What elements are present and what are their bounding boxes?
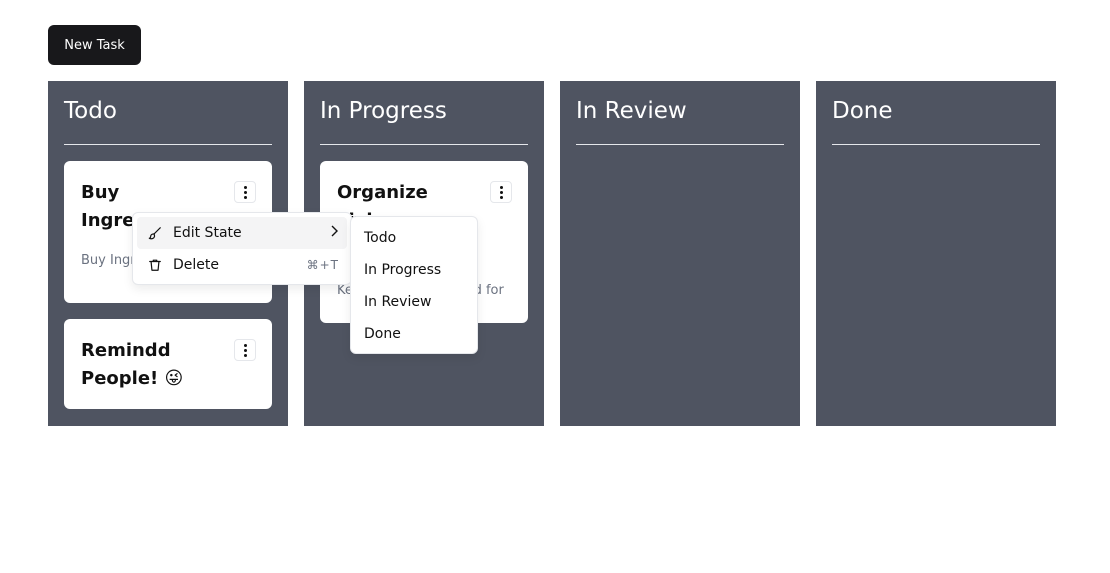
column-done: Done (816, 81, 1056, 426)
card-context-menu: Edit State Delete ⌘+T (132, 212, 352, 285)
column-title: Done (832, 97, 1040, 145)
edit-state-submenu: Todo In Progress In Review Done (350, 216, 478, 354)
submenu-item-done[interactable]: Done (355, 318, 473, 350)
menu-item-label: Delete (173, 257, 219, 273)
kanban-page: New Task Todo Buy Ingredients Buy Ingred… (0, 0, 1110, 573)
chevron-right-icon (329, 225, 339, 241)
new-task-button[interactable]: New Task (48, 25, 141, 65)
column-title: In Progress (320, 97, 528, 145)
more-options-icon[interactable] (490, 181, 512, 203)
menu-item-label: Edit State (173, 225, 242, 241)
task-card[interactable]: Remindd People! 😜 (64, 319, 272, 409)
brush-icon (147, 225, 163, 241)
menu-item-delete[interactable]: Delete ⌘+T (137, 249, 347, 281)
column-title: In Review (576, 97, 784, 145)
submenu-item-in-progress[interactable]: In Progress (355, 254, 473, 286)
column-title: Todo (64, 97, 272, 145)
keyboard-shortcut: ⌘+T (306, 258, 339, 272)
card-list: Buy Ingredients Buy Ingredients for dinn… (64, 161, 272, 409)
column-in-review: In Review (560, 81, 800, 426)
trash-icon (147, 257, 163, 273)
submenu-item-in-review[interactable]: In Review (355, 286, 473, 318)
more-options-icon[interactable] (234, 181, 256, 203)
more-options-icon[interactable] (234, 339, 256, 361)
task-title: Remindd People! 😜 (81, 340, 184, 389)
menu-item-edit-state[interactable]: Edit State (137, 217, 347, 249)
submenu-item-todo[interactable]: Todo (355, 222, 473, 254)
